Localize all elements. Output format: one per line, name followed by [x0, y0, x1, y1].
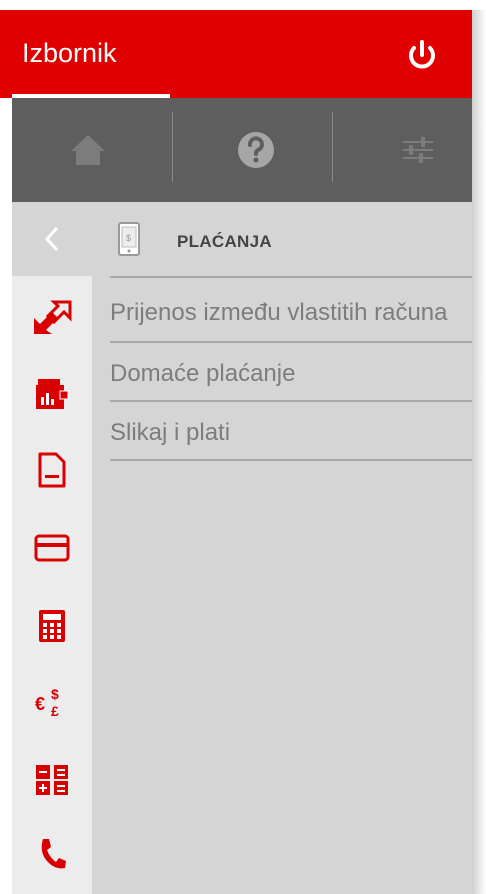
transfer-icon[interactable] — [30, 296, 74, 340]
menu-item-photo-pay[interactable]: Slikaj i plati — [110, 402, 472, 461]
drawer-edge — [472, 10, 486, 894]
home-button[interactable] — [12, 98, 164, 202]
menu-item-transfer-own-accounts[interactable]: Prijenos između vlastitih računa — [110, 278, 472, 343]
svg-text:$: $ — [126, 233, 131, 243]
help-button[interactable] — [180, 98, 332, 202]
svg-text:€: € — [35, 694, 45, 714]
svg-text:£: £ — [51, 703, 59, 719]
section-header: $ PLAĆANJA — [110, 202, 472, 278]
settings-button[interactable] — [342, 98, 486, 202]
nav-divider — [172, 112, 173, 182]
wallet-icon[interactable] — [30, 372, 74, 416]
chevron-left-icon — [44, 226, 59, 252]
svg-text:$: $ — [51, 686, 59, 702]
app: Izbornik € $ £ $ PLAĆANJA Prijenos izmeđ… — [0, 0, 486, 894]
back-button[interactable] — [12, 202, 92, 276]
document-icon[interactable] — [30, 448, 74, 492]
header-title: Izbornik — [22, 38, 117, 68]
nav-bar — [12, 98, 472, 202]
menu-list: Prijenos između vlastitih računa Domaće … — [110, 278, 472, 461]
category-rail: € $ £ — [12, 276, 92, 894]
section-title: PLAĆANJA — [177, 232, 272, 251]
header-bar: Izbornik — [0, 10, 472, 98]
phone-icon[interactable] — [30, 832, 74, 876]
mobile-payment-icon: $ — [118, 222, 140, 256]
card-icon[interactable] — [30, 526, 74, 570]
currency-icon[interactable]: € $ £ — [30, 680, 74, 724]
home-icon — [71, 135, 105, 165]
help-icon — [238, 132, 274, 168]
menu-item-domestic-payment[interactable]: Domaće plaćanje — [110, 343, 472, 402]
calculator-icon[interactable] — [30, 604, 74, 648]
calculator-grid-icon[interactable] — [30, 758, 74, 802]
content-area: € $ £ $ PLAĆANJA Prijenos između vlastit… — [12, 202, 472, 894]
sliders-icon — [403, 137, 433, 163]
power-icon[interactable] — [402, 36, 442, 76]
nav-divider — [332, 112, 333, 182]
